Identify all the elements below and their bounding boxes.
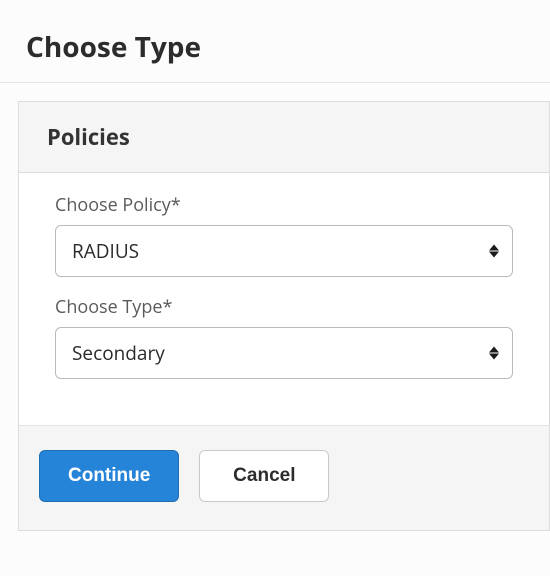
page-header: Choose Type xyxy=(0,0,550,82)
choose-policy-label: Choose Policy* xyxy=(55,193,513,217)
continue-button[interactable]: Continue xyxy=(39,450,179,502)
choose-policy-field: Choose Policy* RADIUS xyxy=(55,193,513,277)
cancel-button[interactable]: Cancel xyxy=(199,450,329,502)
panel-title: Policies xyxy=(47,122,521,152)
choose-policy-select[interactable]: RADIUS xyxy=(55,225,513,277)
choose-type-value: Secondary xyxy=(72,340,165,366)
content-wrapper: Policies Choose Policy* RADIUS Choose Ty… xyxy=(0,83,550,531)
choose-type-select[interactable]: Secondary xyxy=(55,327,513,379)
policies-panel: Policies Choose Policy* RADIUS Choose Ty… xyxy=(18,101,550,531)
choose-type-label: Choose Type* xyxy=(55,295,513,319)
choose-type-field: Choose Type* Secondary xyxy=(55,295,513,379)
choose-type-select-box[interactable]: Secondary xyxy=(55,327,513,379)
choose-policy-select-box[interactable]: RADIUS xyxy=(55,225,513,277)
panel-footer: Continue Cancel xyxy=(19,425,549,530)
panel-body: Choose Policy* RADIUS Choose Type* Secon… xyxy=(19,173,549,425)
choose-policy-value: RADIUS xyxy=(72,238,139,264)
panel-header: Policies xyxy=(19,102,549,173)
page-title: Choose Type xyxy=(26,28,550,66)
